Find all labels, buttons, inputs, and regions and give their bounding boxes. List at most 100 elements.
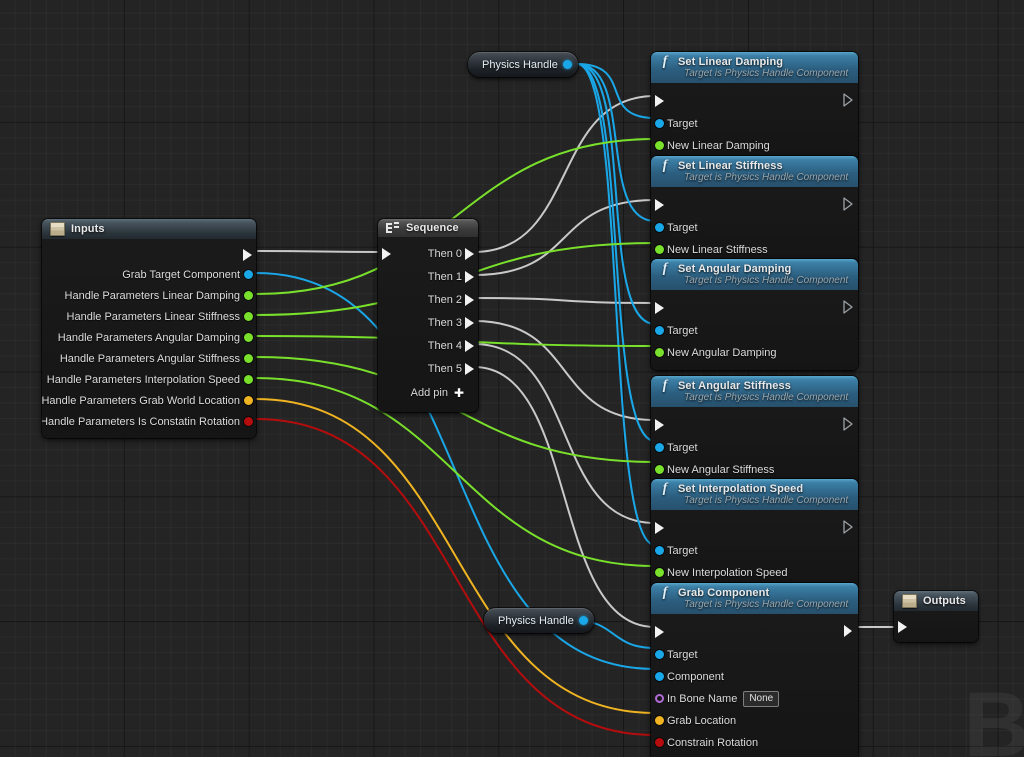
node-set-angular-damping[interactable]: f Set Angular Damping Target is Physics Ha…	[651, 259, 858, 370]
pin-row-handle-parameters-angular-stiffness[interactable]: Handle Parameters Angular Stiffness	[42, 348, 256, 369]
sequence-output-row-2[interactable]: Then 2	[378, 288, 478, 311]
pin-row-handle-parameters-interpolation-speed[interactable]: Handle Parameters Interpolation Speed	[42, 369, 256, 390]
pin-dot-bool[interactable]	[655, 738, 664, 747]
pin-row-new-angular-stiffness[interactable]: New Angular Stiffness	[651, 459, 858, 481]
exec-pin[interactable]	[243, 249, 252, 261]
exec-output-pin[interactable]	[843, 624, 854, 638]
pin-dot-object[interactable]	[655, 443, 664, 452]
reroute-output-pin[interactable]	[578, 616, 588, 625]
pin-row-new-angular-damping[interactable]: New Angular Damping	[651, 342, 858, 364]
node-title: Inputs	[71, 223, 105, 235]
exec-output-pin-2[interactable]	[465, 294, 474, 306]
exec-row[interactable]	[651, 296, 858, 320]
exec-output-pin-0[interactable]	[465, 248, 474, 260]
exec-pin-row[interactable]	[42, 243, 256, 264]
exec-row[interactable]	[651, 620, 858, 644]
exec-input-pin[interactable]	[655, 419, 664, 431]
reroute-output-pin[interactable]	[562, 60, 572, 69]
pin-row-handle-parameters-grab-world-location[interactable]: Handle Parameters Grab World Location	[42, 390, 256, 411]
pin-row-target[interactable]: Target	[651, 113, 858, 135]
sequence-output-row-1[interactable]: Then 1	[378, 265, 478, 288]
sequence-output-row-4[interactable]: Then 4	[378, 334, 478, 357]
pin-dot-object[interactable]	[655, 546, 664, 555]
exec-row[interactable]	[651, 89, 858, 113]
pin-row-new-interpolation-speed[interactable]: New Interpolation Speed	[651, 562, 858, 584]
pin-dot-vector[interactable]	[655, 716, 664, 725]
exec-output-pin-4[interactable]	[465, 340, 474, 352]
exec-output-pin[interactable]	[843, 520, 854, 534]
node-grab-component[interactable]: f Grab Component Target is Physics Handle …	[651, 583, 858, 757]
pin-dot-float[interactable]	[655, 245, 664, 254]
exec-output-pin-5[interactable]	[465, 363, 474, 375]
exec-row[interactable]	[651, 516, 858, 540]
pin-row-handle-parameters-angular-damping[interactable]: Handle Parameters Angular Damping	[42, 327, 256, 348]
exec-row[interactable]	[651, 193, 858, 217]
pin-row-constrain-rotation[interactable]: Constrain Rotation	[651, 732, 858, 754]
node-outputs[interactable]: Outputs	[894, 591, 978, 642]
pin-dot-float[interactable]	[244, 375, 253, 384]
pin-dot-float[interactable]	[655, 568, 664, 577]
node-inputs[interactable]: Inputs Grab Target Component Handle Parame…	[42, 219, 256, 438]
blueprint-graph-canvas[interactable]: Inputs Grab Target Component Handle Parame…	[0, 0, 1024, 757]
pin-dot-vector[interactable]	[244, 396, 253, 405]
pin-row-handle-parameters-linear-stiffness[interactable]: Handle Parameters Linear Stiffness	[42, 306, 256, 327]
node-set-linear-damping[interactable]: f Set Linear Damping Target is Physics Han…	[651, 52, 858, 163]
node-set-angular-stiffness[interactable]: f Set Angular Stiffness Target is Physics …	[651, 376, 858, 487]
pin-row-grab-target-component[interactable]: Grab Target Component	[42, 264, 256, 285]
pin-dot-float[interactable]	[655, 141, 664, 150]
pin-dot-float[interactable]	[244, 333, 253, 342]
add-pin-row[interactable]: Add pin ✚	[378, 380, 478, 406]
node-set-interpolation-speed[interactable]: f Set Interpolation Speed Target is Physic…	[651, 479, 858, 590]
pin-dot-float[interactable]	[244, 312, 253, 321]
pin-value-field[interactable]: None	[743, 691, 780, 707]
pin-row-grab-location[interactable]: Grab Location	[651, 710, 858, 732]
pin-row-target[interactable]: Target	[651, 217, 858, 239]
sequence-output-row-0[interactable]: Then 0	[378, 242, 478, 265]
pin-row-handle-parameters-is-constatin-rotation[interactable]: Handle Parameters Is Constatin Rotation	[42, 411, 256, 432]
exec-input-pin[interactable]	[655, 522, 664, 534]
pin-dot-name[interactable]	[655, 694, 664, 703]
exec-output-pin-3[interactable]	[465, 317, 474, 329]
reroute-reroute_top[interactable]: Physics Handle	[468, 52, 578, 77]
node-sequence[interactable]: Sequence Then 0 Then 1 Then 2 Then 3 Then 4 Th…	[378, 219, 478, 412]
pin-dot-object[interactable]	[655, 119, 664, 128]
pin-row-handle-parameters-linear-damping[interactable]: Handle Parameters Linear Damping	[42, 285, 256, 306]
exec-output-pin[interactable]	[843, 93, 854, 107]
sequence-output-row-5[interactable]: Then 5	[378, 357, 478, 380]
pin-row-target[interactable]: Target	[651, 320, 858, 342]
pin-dot-object[interactable]	[655, 223, 664, 232]
exec-output-pin-1[interactable]	[465, 271, 474, 283]
exec-input-pin[interactable]	[382, 248, 391, 260]
pin-dot-object[interactable]	[655, 650, 664, 659]
pin-dot-float[interactable]	[655, 348, 664, 357]
pin-dot-float[interactable]	[655, 465, 664, 474]
pin-dot-float[interactable]	[244, 291, 253, 300]
pin-dot-bool[interactable]	[244, 417, 253, 426]
pin-row-component[interactable]: Component	[651, 666, 858, 688]
reroute-reroute_bottom[interactable]: Physics Handle	[484, 608, 594, 633]
exec-output-pin[interactable]	[843, 417, 854, 431]
pin-label: Grab Location	[667, 715, 737, 727]
exec-output-pin[interactable]	[843, 197, 854, 211]
pin-row-in-bone-name[interactable]: In Bone Name None	[651, 688, 858, 710]
plus-icon[interactable]: ✚	[454, 387, 464, 399]
pin-row-new-linear-damping[interactable]: New Linear Damping	[651, 135, 858, 157]
exec-row[interactable]	[651, 413, 858, 437]
pin-dot-object[interactable]	[655, 326, 664, 335]
pin-row-target[interactable]: Target	[651, 644, 858, 666]
pin-row-target[interactable]: Target	[651, 540, 858, 562]
pin-row-new-linear-stiffness[interactable]: New Linear Stiffness	[651, 239, 858, 261]
sequence-output-row-3[interactable]: Then 3	[378, 311, 478, 334]
exec-pin[interactable]	[898, 621, 907, 633]
pin-dot-object[interactable]	[244, 270, 253, 279]
exec-output-pin[interactable]	[843, 300, 854, 314]
pin-row-target[interactable]: Target	[651, 437, 858, 459]
pin-dot-object[interactable]	[655, 672, 664, 681]
exec-input-pin[interactable]	[655, 95, 664, 107]
exec-pin-row[interactable]	[894, 615, 978, 636]
exec-input-pin[interactable]	[655, 302, 664, 314]
exec-input-pin[interactable]	[655, 626, 664, 638]
node-set-linear-stiffness[interactable]: f Set Linear Stiffness Target is Physics H…	[651, 156, 858, 267]
exec-input-pin[interactable]	[655, 199, 664, 211]
pin-dot-float[interactable]	[244, 354, 253, 363]
